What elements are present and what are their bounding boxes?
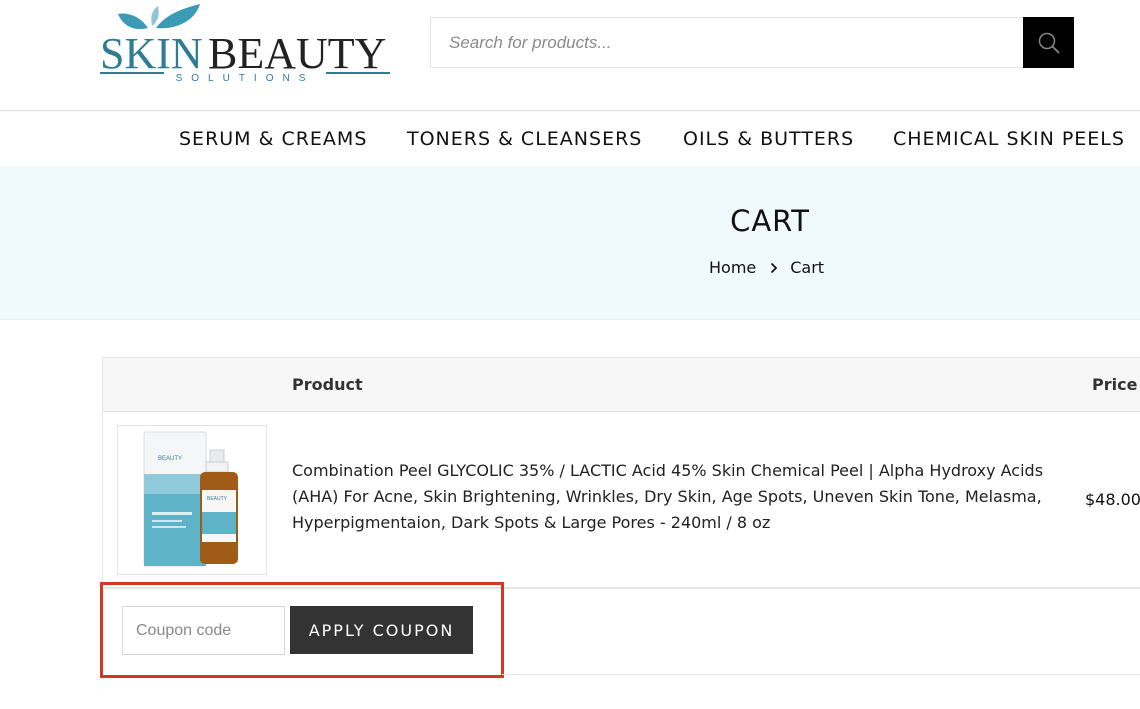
coupon-code-input[interactable] (122, 606, 285, 655)
logo-word-skin: SKIN (100, 29, 203, 78)
nav-item-chemical-skin-peels[interactable]: CHEMICAL SKIN PEELS (893, 128, 1125, 150)
chevron-right-icon (770, 262, 778, 274)
apply-coupon-button[interactable]: APPLY COUPON (290, 606, 473, 654)
logo-tagline: SOLUTIONS (176, 73, 315, 84)
table-row: BEAUTY BEAUTY Combination Peel GLYCOLIC … (103, 412, 1140, 588)
search-button[interactable] (1023, 17, 1074, 68)
svg-text:BEAUTY: BEAUTY (207, 496, 228, 502)
product-name-link[interactable]: Combination Peel GLYCOLIC 35% / LACTIC A… (292, 458, 1062, 536)
page-banner: CART Home Cart (0, 166, 1140, 320)
cart-table: Product Price BEAUTY BEAUTY Combination … (102, 357, 1140, 589)
search-input[interactable] (431, 18, 1023, 67)
logo-word-beauty: BEAUTY (208, 29, 386, 78)
breadcrumb-current: Cart (790, 258, 825, 277)
nav-item-serum-creams[interactable]: SERUM & CREAMS (179, 128, 367, 150)
product-thumbnail[interactable]: BEAUTY BEAUTY (117, 425, 267, 575)
leaf-icon (156, 4, 200, 29)
nav-item-oils-butters[interactable]: OILS & BUTTERS (683, 128, 854, 150)
page-title: CART (730, 204, 810, 238)
svg-text:BEAUTY: BEAUTY (158, 456, 182, 462)
divider (502, 674, 1140, 675)
nav-item-toners-cleansers[interactable]: TONERS & CLEANSERS (407, 128, 642, 150)
site-logo[interactable]: SKIN BEAUTY SOLUTIONS (100, 2, 392, 84)
site-header: SKIN BEAUTY SOLUTIONS (0, 0, 1140, 111)
column-header-product: Product (292, 375, 363, 394)
column-header-price: Price (1092, 375, 1138, 394)
product-price: $48.00 (1085, 490, 1140, 509)
breadcrumb: Home Cart (709, 258, 824, 277)
leaf-icon (118, 13, 148, 30)
breadcrumb-home-link[interactable]: Home (709, 258, 756, 277)
search-icon (1038, 32, 1060, 54)
main-nav: SERUM & CREAMS TONERS & CLEANSERS OILS &… (0, 112, 1140, 166)
search-bar (430, 17, 1074, 68)
cart-table-header: Product Price (103, 358, 1140, 412)
